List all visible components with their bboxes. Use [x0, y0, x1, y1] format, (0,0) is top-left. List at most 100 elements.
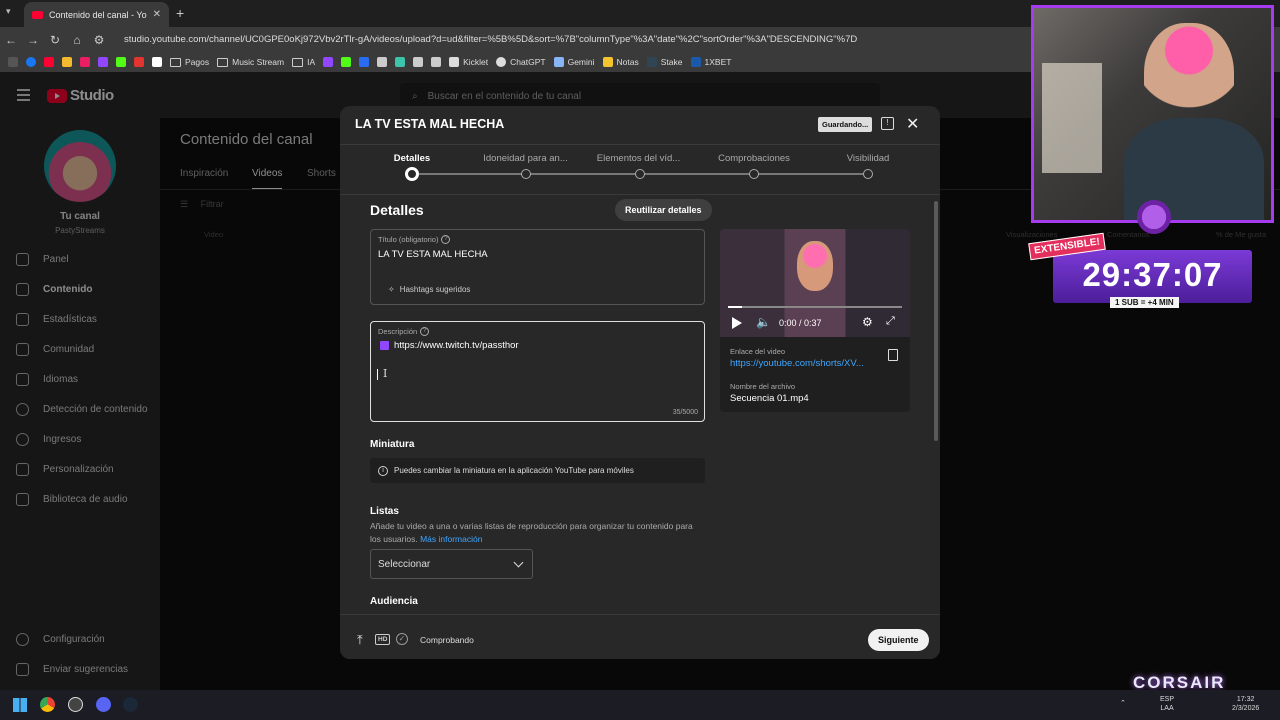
step-checks[interactable]: Comprobaciones	[708, 153, 800, 164]
suggested-hashtags-button[interactable]: ✧ Hashtags sugeridos	[388, 285, 470, 294]
text-cursor	[377, 369, 378, 380]
notes-icon	[602, 57, 613, 67]
report-issue-icon[interactable]: !	[881, 117, 894, 130]
reload-icon[interactable]: ↻	[44, 33, 66, 47]
chevron-down-icon	[513, 557, 524, 568]
twitch-icon[interactable]	[98, 57, 108, 67]
playlists-description: Añade tu video a una o varias listas de …	[370, 521, 693, 544]
bookmark-icon[interactable]	[431, 57, 442, 67]
facebook-icon[interactable]	[26, 57, 36, 67]
reuse-details-button[interactable]: Reutilizar detalles	[615, 199, 712, 221]
help-icon[interactable]: ?	[420, 327, 430, 336]
thumbnail-heading: Miniatura	[370, 439, 415, 450]
step-dot-details[interactable]	[405, 167, 419, 181]
step-details[interactable]: Detalles	[381, 153, 443, 164]
step-dot-checks[interactable]	[749, 169, 759, 179]
twitch-icon[interactable]	[323, 57, 334, 67]
video-preview: 🔈 0:00 / 0:37 ⚙ ⤢ Enlace del video https…	[720, 229, 910, 412]
webcam-face	[1144, 23, 1234, 133]
tab-close-icon[interactable]: ✕	[153, 9, 161, 20]
description-text[interactable]: https://www.twitch.tv/passthor	[380, 340, 519, 351]
help-icon[interactable]: ?	[441, 235, 451, 244]
playlist-select[interactable]: Seleccionar	[370, 549, 533, 579]
obs-icon[interactable]	[68, 697, 83, 712]
forward-icon[interactable]: →	[22, 33, 44, 47]
back-icon[interactable]: ←	[0, 33, 22, 47]
video-time: 0:00 / 0:37	[779, 318, 822, 328]
bookmark-icon[interactable]	[395, 57, 406, 67]
site-info-icon[interactable]: ⚙	[88, 33, 110, 47]
binance-icon[interactable]	[62, 57, 72, 67]
title-input[interactable]: LA TV ESTA MAL HECHA	[378, 249, 488, 260]
subathon-timer: 29:37:07	[1082, 256, 1223, 293]
chrome-icon[interactable]	[40, 697, 55, 712]
gmail-icon[interactable]	[134, 57, 144, 67]
bookmark-folder[interactable]: Pagos	[170, 57, 209, 67]
video-link[interactable]: https://youtube.com/shorts/XV...	[730, 358, 870, 369]
youtube-favicon-icon	[32, 10, 43, 19]
bookmark-icon[interactable]	[152, 57, 162, 67]
bookmark-chatgpt[interactable]: ChatGPT	[496, 57, 546, 67]
dialog-footer: ⤒ HD ✓ Comprobando Siguiente	[340, 614, 940, 659]
video-link-label: Enlace del video	[730, 347, 786, 356]
step-visibility[interactable]: Visibilidad	[830, 153, 906, 164]
apps-icon[interactable]	[8, 57, 18, 67]
bookmark-notas[interactable]: Notas	[602, 57, 639, 67]
playlists-heading: Listas	[370, 506, 399, 517]
url-input[interactable]: studio.youtube.com/channel/UC0GPE0oKj972…	[124, 34, 857, 45]
tiktok-icon[interactable]	[413, 57, 424, 67]
saving-status-badge: Guardando...	[818, 117, 873, 132]
scrollbar[interactable]	[934, 201, 938, 441]
folder-icon	[217, 57, 229, 67]
ibeam-cursor-icon: I	[383, 367, 388, 380]
bookmark-icon[interactable]	[377, 57, 388, 67]
bookmark-1xbet[interactable]: 1XBET	[690, 57, 731, 67]
windows-start-icon[interactable]	[13, 698, 27, 712]
tray-chevron-icon[interactable]: ⌃	[1120, 699, 1126, 708]
webcam-overlay	[1031, 5, 1274, 223]
dialog-title: LA TV ESTA MAL HECHA	[355, 117, 505, 131]
description-label: Descripción?	[378, 327, 430, 336]
thumbnail-info: i Puedes cambiar la miniatura en la apli…	[370, 458, 705, 483]
title-field[interactable]: Título (obligatorio)? LA TV ESTA MAL HEC…	[370, 229, 705, 305]
bookmark-kicklet[interactable]: Kicklet	[449, 57, 488, 67]
kick-icon[interactable]	[116, 57, 126, 67]
volume-icon[interactable]: 🔈	[756, 315, 771, 329]
language-indicator[interactable]: ESP LAA	[1160, 695, 1174, 713]
next-button[interactable]: Siguiente	[868, 629, 929, 651]
new-tab-icon[interactable]: +	[176, 5, 184, 21]
bookmark-icon[interactable]	[80, 57, 90, 67]
close-icon[interactable]: ✕	[906, 114, 919, 134]
bookmark-folder[interactable]: IA	[292, 57, 315, 67]
step-ad-suitability[interactable]: Idoneidad para an...	[482, 153, 569, 164]
copy-icon[interactable]	[888, 349, 898, 361]
upload-icon: ⤒	[357, 632, 363, 647]
discord-icon[interactable]	[96, 697, 111, 712]
video-thumbnail	[797, 241, 833, 291]
youtube-icon[interactable]	[44, 57, 54, 67]
video-progress-bar[interactable]	[728, 306, 902, 308]
bookmark-stake[interactable]: Stake	[646, 57, 683, 67]
steam-icon[interactable]	[123, 697, 138, 712]
clock[interactable]: 17:32 2/3/2026	[1232, 695, 1259, 713]
meta-icon[interactable]	[359, 57, 370, 67]
step-video-elements[interactable]: Elementos del víd...	[595, 153, 682, 164]
learn-more-link[interactable]: Más información	[420, 534, 482, 544]
divider	[340, 194, 940, 195]
audience-heading: Audiencia	[370, 596, 418, 607]
tab-search-icon[interactable]: ▾	[6, 6, 11, 17]
bookmark-folder[interactable]: Music Stream	[217, 57, 284, 67]
step-dot-visibility[interactable]	[863, 169, 873, 179]
bookmark-gemini[interactable]: Gemini	[553, 57, 595, 67]
description-field[interactable]: Descripción? https://www.twitch.tv/passt…	[370, 321, 705, 422]
kick-icon[interactable]	[341, 57, 352, 67]
step-dot-ad-suitability[interactable]	[521, 169, 531, 179]
gear-icon[interactable]: ⚙	[862, 315, 873, 329]
video-player[interactable]: 🔈 0:00 / 0:37 ⚙ ⤢	[720, 229, 910, 337]
fullscreen-icon[interactable]: ⤢	[886, 315, 895, 328]
hd-icon: HD	[375, 634, 391, 645]
play-icon[interactable]	[732, 317, 742, 329]
browser-tab[interactable]: Contenido del canal - YouTube ✕	[24, 2, 169, 27]
home-icon[interactable]: ⌂	[66, 33, 88, 47]
step-dot-video-elements[interactable]	[635, 169, 645, 179]
